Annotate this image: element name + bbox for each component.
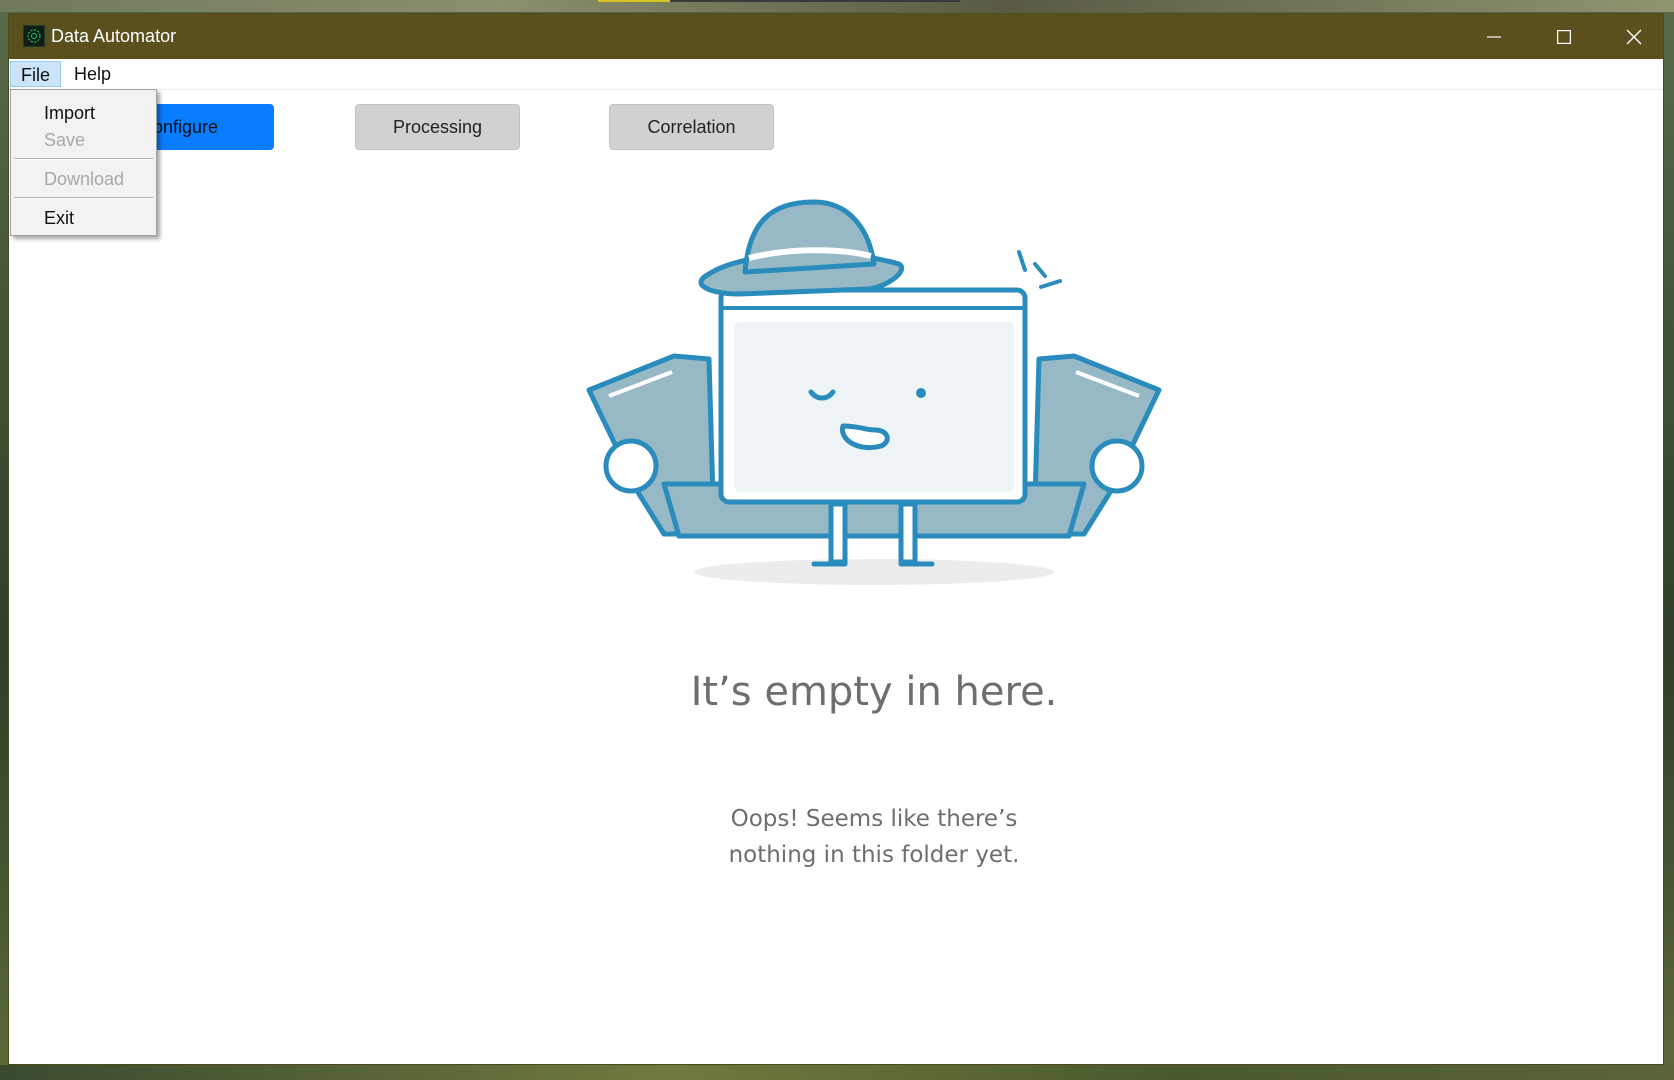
menu-item-import[interactable]: Import xyxy=(44,101,95,125)
empty-state-subtitle-line: nothing in this folder yet. xyxy=(728,842,1020,868)
taskbar-accent xyxy=(598,0,670,2)
desktop-background-top xyxy=(0,0,1674,12)
close-icon xyxy=(1626,29,1642,44)
folder-character-with-hat-icon xyxy=(586,199,1162,585)
menu-separator xyxy=(14,197,153,199)
menu-bar: File Help xyxy=(9,59,1663,90)
menu-file[interactable]: File xyxy=(10,61,62,87)
empty-state-subtitle-line: Oops! Seems like there’s xyxy=(730,806,1018,832)
taskbar-accent xyxy=(670,0,960,2)
app-icon xyxy=(23,25,45,47)
close-button[interactable] xyxy=(1599,14,1669,59)
app-window: Data Automator File Help Configure Proce… xyxy=(9,14,1663,1064)
correlation-button[interactable]: Correlation xyxy=(609,104,774,150)
maximize-button[interactable] xyxy=(1529,14,1599,59)
empty-state-title: It’s empty in here. xyxy=(690,669,1058,715)
file-menu-dropdown: Import Save Download Exit xyxy=(10,89,157,236)
menu-separator xyxy=(14,158,153,160)
menu-item-save[interactable]: Save xyxy=(44,128,85,152)
empty-state-subtitle: Oops! Seems like there’s nothing in this… xyxy=(529,801,1219,873)
processing-button[interactable]: Processing xyxy=(355,104,520,150)
menu-item-exit[interactable]: Exit xyxy=(44,206,74,230)
title-bar[interactable]: Data Automator xyxy=(9,14,1663,59)
maximize-icon xyxy=(1557,29,1571,44)
desktop-background-bottom xyxy=(0,1065,1674,1080)
menu-help[interactable]: Help xyxy=(64,61,121,87)
window-title: Data Automator xyxy=(51,26,177,46)
menu-item-download[interactable]: Download xyxy=(44,167,124,191)
minimize-button[interactable] xyxy=(1459,14,1529,59)
minimize-icon xyxy=(1487,35,1501,38)
